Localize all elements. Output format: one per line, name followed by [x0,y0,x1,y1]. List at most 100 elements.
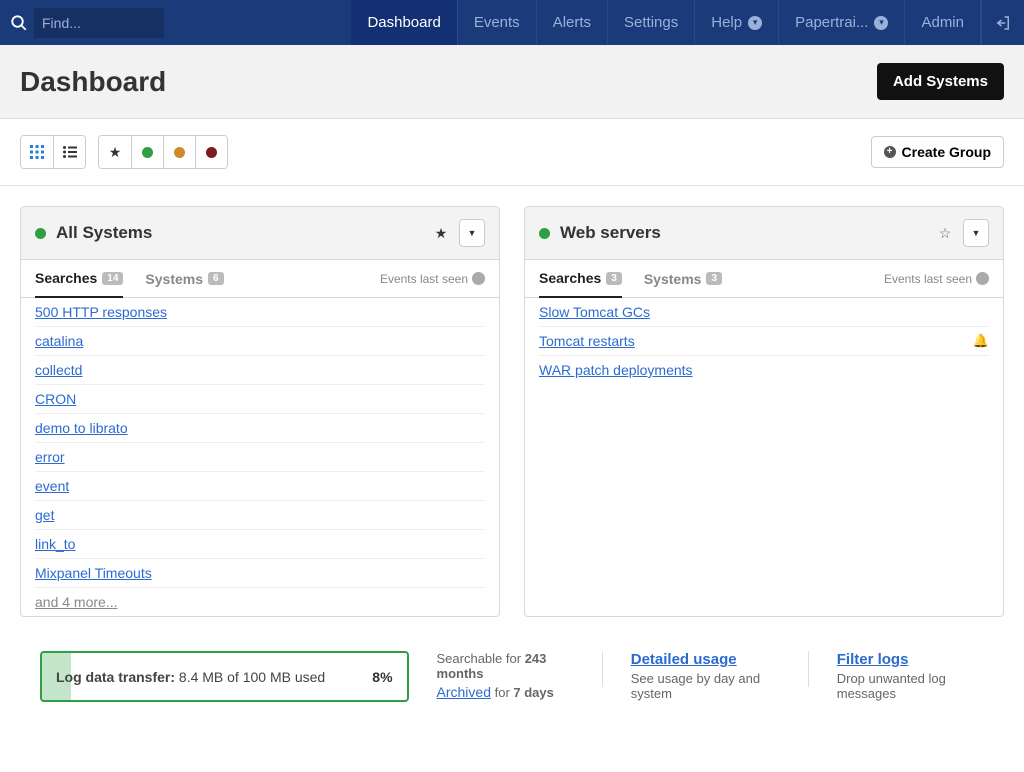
nav-item-events[interactable]: Events [458,0,536,45]
status-dot-icon [539,228,550,239]
nav-item-papertrai-[interactable]: Papertrai...▾ [779,0,904,45]
search-icon [10,14,28,32]
create-group-button[interactable]: + Create Group [871,136,1004,168]
search-list: Slow Tomcat GCs Tomcat restarts 🔔 WAR patch… [525,298,1003,384]
list-view-button[interactable] [53,136,85,168]
tab-searches[interactable]: Searches 14 [35,270,123,298]
filter-group: ★ [98,135,228,169]
more-link[interactable]: and 4 more... [35,594,118,610]
search-list: 500 HTTP responses catalina collectd CRON de… [21,298,499,616]
card-header: All Systems ★ ▼ [21,207,499,260]
logout-icon[interactable] [982,0,1024,45]
search-link[interactable]: get [35,507,54,523]
search-input[interactable] [34,8,164,38]
card-menu-button[interactable]: ▼ [459,219,485,247]
list-item: event [35,472,485,501]
green-dot-icon [142,147,153,158]
search-link[interactable]: error [35,449,65,465]
search-link[interactable]: event [35,478,69,494]
star-button[interactable]: ★ [427,219,455,247]
create-group-label: Create Group [902,144,991,160]
maroon-dot-icon [206,147,217,158]
filter-star-button[interactable]: ★ [99,136,131,168]
star-button[interactable]: ☆ [931,219,959,247]
page-header: Dashboard Add Systems [0,45,1024,119]
filter-green-button[interactable] [131,136,163,168]
page-title: Dashboard [20,66,877,98]
search-link[interactable]: catalina [35,333,83,349]
list-item: link_to [35,530,485,559]
card-header: Web servers ☆ ▼ [525,207,1003,260]
clock-icon [472,272,485,285]
nav-item-dashboard[interactable]: Dashboard [351,0,456,45]
list-item: Mixpanel Timeouts [35,559,485,588]
usage-meter: Log data transfer: 8.4 MB of 100 MB used… [40,651,409,702]
events-last-seen: Events last seen [380,272,485,296]
nav-item-alerts[interactable]: Alerts [537,0,607,45]
dashboard-toolbar: ★ + Create Group [0,119,1024,186]
clock-icon [976,272,989,285]
card-tabs: Searches 3 Systems 3 Events last seen [525,260,1003,298]
divider [808,651,809,687]
card-web-servers: Web servers ☆ ▼ Searches 3 Systems 3 Eve… [524,206,1004,617]
bell-icon: 🔔 [973,333,989,349]
filter-amber-button[interactable] [163,136,195,168]
detailed-usage-link[interactable]: Detailed usage [631,651,737,668]
card-tabs: Searches 14 Systems 6 Events last seen [21,260,499,298]
card-title: All Systems [56,223,427,243]
global-search [0,0,164,45]
list-item: and 4 more... [35,588,485,616]
card-all-systems: All Systems ★ ▼ Searches 14 Systems 6 Ev… [20,206,500,617]
count-badge: 3 [706,272,722,285]
search-link[interactable]: Slow Tomcat GCs [539,304,650,320]
dashboard-main: All Systems ★ ▼ Searches 14 Systems 6 Ev… [0,186,1024,637]
plus-icon: + [884,146,896,158]
events-last-seen: Events last seen [884,272,989,296]
list-item: collectd [35,356,485,385]
add-systems-button[interactable]: Add Systems [877,63,1004,100]
count-badge: 3 [606,272,622,285]
search-link[interactable]: link_to [35,536,75,552]
search-link[interactable]: Tomcat restarts [539,333,635,349]
list-item: get [35,501,485,530]
usage-text: Log data transfer: 8.4 MB of 100 MB used [56,669,325,685]
usage-footer: Log data transfer: 8.4 MB of 100 MB used… [0,637,1024,772]
archived-link[interactable]: Archived [437,684,491,700]
search-link[interactable]: 500 HTTP responses [35,304,167,320]
search-link[interactable]: CRON [35,391,76,407]
nav-item-help[interactable]: Help▾ [695,0,778,45]
list-item: Slow Tomcat GCs [539,298,989,327]
grid-view-button[interactable] [21,136,53,168]
list-item: Tomcat restarts 🔔 [539,327,989,356]
view-toggle-group [20,135,86,169]
list-item: demo to librato [35,414,485,443]
list-item: CRON [35,385,485,414]
tab-searches[interactable]: Searches 3 [539,270,622,298]
search-link[interactable]: demo to librato [35,420,128,436]
nav-item-settings[interactable]: Settings [608,0,694,45]
tab-systems[interactable]: Systems 3 [644,271,722,297]
list-item: WAR patch deployments [539,356,989,384]
detailed-usage-col: Detailed usage See usage by day and syst… [631,651,780,701]
filter-logs-col: Filter logs Drop unwanted log messages [837,651,984,701]
status-dot-icon [35,228,46,239]
list-item: error [35,443,485,472]
card-menu-button[interactable]: ▼ [963,219,989,247]
top-nav: DashboardEventsAlertsSettingsHelp▾Papert… [0,0,1024,45]
amber-dot-icon [174,147,185,158]
search-link[interactable]: WAR patch deployments [539,362,693,378]
card-title: Web servers [560,223,931,243]
usage-percent: 8% [372,665,392,688]
count-badge: 14 [102,272,123,285]
filter-maroon-button[interactable] [195,136,227,168]
tab-systems[interactable]: Systems 6 [145,271,223,297]
filter-logs-link[interactable]: Filter logs [837,651,909,668]
search-link[interactable]: collectd [35,362,82,378]
count-badge: 6 [208,272,224,285]
nav-item-admin[interactable]: Admin [905,0,980,45]
list-item: catalina [35,327,485,356]
chevron-down-icon: ▾ [874,16,888,30]
search-link[interactable]: Mixpanel Timeouts [35,565,152,581]
divider [602,651,603,687]
star-icon: ★ [109,144,122,161]
